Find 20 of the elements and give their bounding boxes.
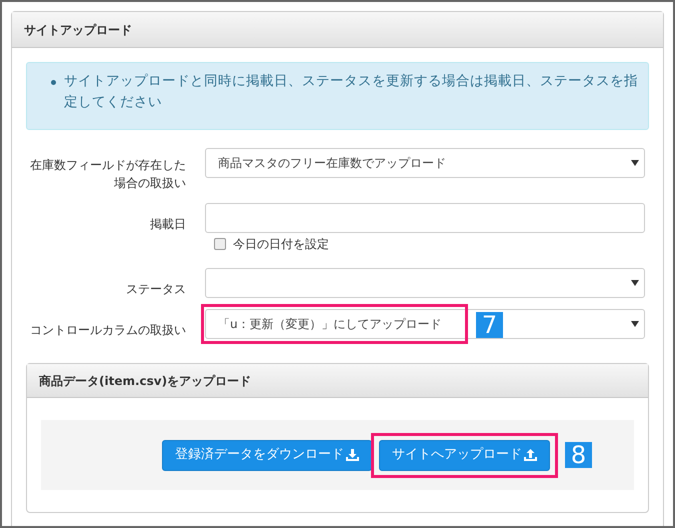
caret-icon (631, 321, 639, 327)
select-field[interactable]: 商品マスタのフリー在庫数でアップロード (205, 148, 645, 178)
field-label: 在庫数フィールドが存在した場合の取扱い (29, 157, 186, 192)
panel-title: サイトアップロード (24, 22, 132, 38)
bullet-icon (51, 80, 56, 85)
date-input[interactable] (205, 203, 645, 233)
select-field[interactable] (205, 268, 645, 298)
callout-badge: 8 (565, 442, 592, 468)
info-text: サイトアップロードと同時に掲載日、ステータスを更新する場合は掲載日、ステータスを指定してください (64, 72, 638, 112)
field-label: コントロールカラムの取扱い (29, 322, 186, 339)
field-label: ステータス (125, 281, 186, 298)
download-icon (346, 449, 359, 461)
caret-icon (631, 280, 639, 286)
callout-badge: 7 (476, 312, 503, 338)
field-label: 掲載日 (149, 216, 186, 233)
checkbox[interactable] (214, 238, 226, 250)
checkbox-label: 今日の日付を設定 (233, 236, 329, 253)
upload-icon (524, 449, 537, 461)
caret-icon (631, 160, 639, 166)
panel-title: 商品データ(item.csv)をアップロード (39, 372, 252, 390)
